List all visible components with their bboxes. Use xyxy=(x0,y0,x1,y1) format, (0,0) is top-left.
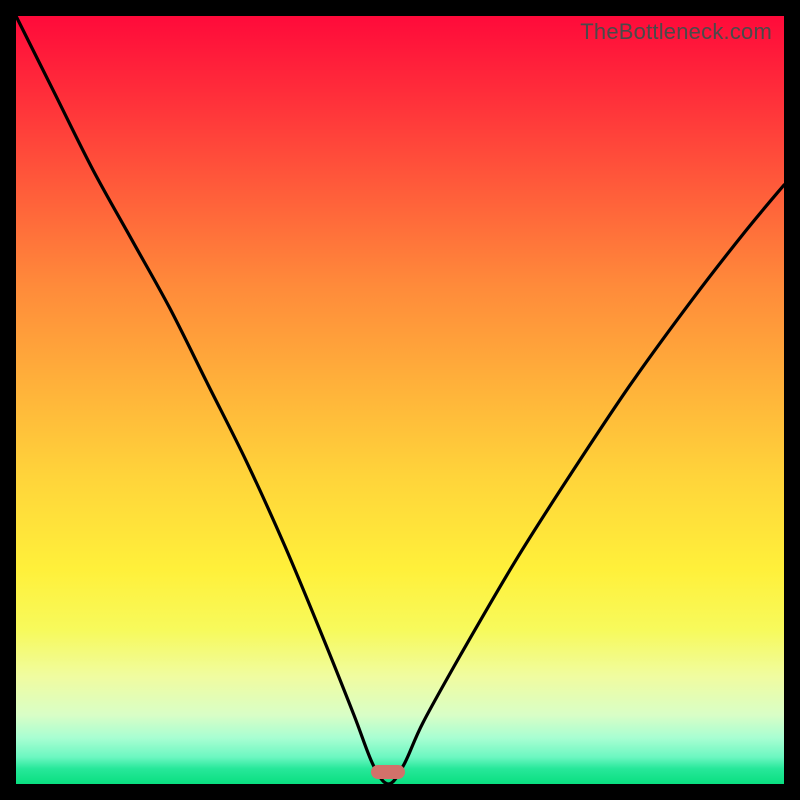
plot-area: TheBottleneck.com xyxy=(16,16,784,784)
mismatch-curve xyxy=(16,16,784,784)
optimal-point-marker xyxy=(371,765,405,779)
chart-frame: TheBottleneck.com xyxy=(0,0,800,800)
